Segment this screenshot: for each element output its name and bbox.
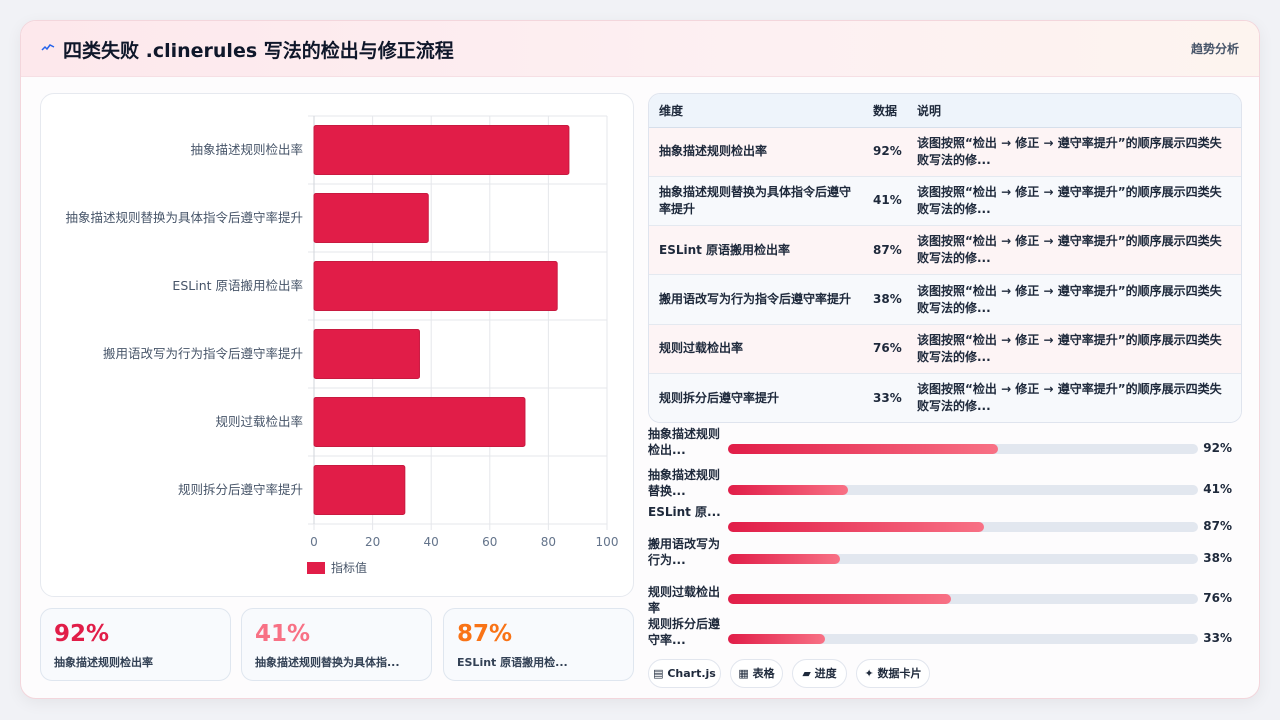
chip-sparkle[interactable]: ✦ 数据卡片 (856, 659, 930, 688)
kpi-card: 41% 抽象描述规则替换为具体指... (241, 608, 432, 681)
value-cell: 41% (865, 176, 907, 227)
data-table: 维度 数据 说明 抽象描述规则检出率 92% 该图按照“检出 → 修正 → 遵守率提… (648, 93, 1242, 423)
progress-label: 抽象描述规则替换... (648, 468, 721, 498)
kpi-card: 92% 抽象描述规则检出率 (40, 608, 231, 681)
progress-track (728, 634, 1198, 644)
description-text: 该图按照“检出 → 修正 → 遵守率提升”的顺序展示四类失败写法的修... (917, 135, 1222, 167)
progress-label: 抽象描述规则检出... (648, 427, 721, 457)
x-tick-label: 100 (596, 535, 619, 549)
page-title: 四类失败 .clinerules 写法的检出与修正流程 (63, 40, 454, 62)
chip-chart[interactable]: ▤ Chart.js (648, 659, 721, 688)
progress-value: 38% (1203, 551, 1232, 565)
value-cell: 33% (865, 373, 907, 422)
bar (313, 261, 558, 311)
bar (313, 125, 570, 175)
kpi-card: 87% ESLint 原语搬用检... (443, 608, 634, 681)
value-cell: 76% (865, 324, 907, 374)
bar (313, 193, 429, 243)
category-label: ESLint 原语搬用检出率 (172, 278, 303, 293)
description-text: 该图按照“检出 → 修正 → 遵守率提升”的顺序展示四类失败写法的修... (917, 382, 1222, 414)
progress-fill (728, 634, 825, 644)
kpi-value: 87% (457, 621, 513, 647)
table-row: ESLint 原语搬用检出率 87% 该图按照“检出 → 修正 → 遵守率提升”的顺… (649, 225, 1241, 276)
legend-swatch (307, 562, 325, 574)
progress-fill (728, 594, 952, 604)
description-text: 该图按照“检出 → 修正 → 遵守率提升”的顺序展示四类失败写法的修... (917, 332, 1222, 364)
description-cell: 该图按照“检出 → 修正 → 遵守率提升”的顺序展示四类失败写法的修... (907, 373, 1241, 422)
progress-label: 规则过载检出率 (648, 585, 721, 615)
dimension-cell: 规则拆分后遵守率提升 (649, 373, 865, 422)
progress-value: 76% (1203, 591, 1232, 605)
progress-fill (728, 444, 999, 454)
table-row: 抽象描述规则替换为具体指令后遵守率提升 41% 该图按照“检出 → 修正 → 遵守率… (649, 176, 1241, 227)
description-cell: 该图按照“检出 → 修正 → 遵守率提升”的顺序展示四类失败写法的修... (907, 324, 1241, 374)
category-label: 规则过载检出率 (215, 414, 303, 429)
table-row: 抽象描述规则检出率 92% 该图按照“检出 → 修正 → 遵守率提升”的顺序展示四类… (649, 127, 1241, 177)
dimension-cell: 抽象描述规则替换为具体指令后遵守率提升 (649, 176, 865, 227)
kpi-value: 92% (54, 621, 110, 647)
chip-table[interactable]: ▦ 表格 (730, 659, 783, 688)
bar (313, 397, 526, 447)
progress-fill (728, 522, 984, 532)
progress-track (728, 594, 1198, 604)
dimension-cell: ESLint 原语搬用检出率 (649, 225, 865, 276)
sparkline-icon (41, 41, 55, 55)
progress-track (728, 554, 1198, 564)
progress-value: 87% (1203, 519, 1232, 533)
column-header: 维度 (649, 94, 865, 128)
category-label: 搬用语改写为行为指令后遵守率提升 (103, 346, 303, 361)
progress-fill (728, 554, 840, 564)
column-header: 说明 (907, 94, 1241, 128)
header-bar: 四类失败 .clinerules 写法的检出与修正流程 趋势分析 (21, 21, 1259, 77)
progress-label: ESLint 原... (648, 505, 721, 519)
description-text: 该图按照“检出 → 修正 → 遵守率提升”的顺序展示四类失败写法的修... (917, 234, 1222, 266)
progress-value: 92% (1203, 441, 1232, 455)
table-row: 规则拆分后遵守率提升 33% 该图按照“检出 → 修正 → 遵守率提升”的顺序展示四… (649, 373, 1241, 422)
progress-value: 41% (1203, 482, 1232, 496)
description-cell: 该图按照“检出 → 修正 → 遵守率提升”的顺序展示四类失败写法的修... (907, 176, 1241, 227)
kpi-label: 抽象描述规则替换为具体指... (255, 656, 400, 669)
kpi-label: ESLint 原语搬用检... (457, 656, 568, 669)
dimension-cell: 搬用语改写为行为指令后遵守率提升 (649, 274, 865, 325)
kpi-label: 抽象描述规则检出率 (54, 656, 153, 669)
dimension-cell: 规则过载检出率 (649, 324, 865, 374)
progress-track (728, 444, 1198, 454)
progress-fill (728, 485, 848, 495)
value-cell: 92% (865, 127, 907, 177)
value-cell: 87% (865, 225, 907, 276)
category-label: 抽象描述规则替换为具体指令后遵守率提升 (65, 210, 303, 225)
description-cell: 该图按照“检出 → 修正 → 遵守率提升”的顺序展示四类失败写法的修... (907, 225, 1241, 276)
bar-chart-panel: 0 20 40 60 80 100 抽象描述规则检出率抽象描述规则替换为具体指令后遵守率提升… (40, 93, 634, 597)
kpi-value: 41% (255, 621, 311, 647)
legend-label: 指标值 (331, 560, 367, 575)
progress-track (728, 485, 1198, 495)
column-header: 数据 (865, 94, 907, 128)
x-tick-label: 20 (365, 535, 380, 549)
progress-track (728, 522, 1198, 532)
description-cell: 该图按照“检出 → 修正 → 遵守率提升”的顺序展示四类失败写法的修... (907, 274, 1241, 325)
bar-chart: 0 20 40 60 80 100 抽象描述规则检出率抽象描述规则替换为具体指令后遵守率提升… (65, 115, 619, 575)
bar (313, 465, 406, 515)
trend-analysis-tag: 趋势分析 (1190, 42, 1239, 56)
x-tick-label: 40 (424, 535, 439, 549)
progress-value: 33% (1203, 631, 1232, 645)
category-label: 抽象描述规则检出率 (190, 142, 303, 157)
x-tick-label: 60 (482, 535, 497, 549)
chip-progress[interactable]: ▰ 进度 (792, 659, 847, 688)
description-cell: 该图按照“检出 → 修正 → 遵守率提升”的顺序展示四类失败写法的修... (907, 127, 1241, 177)
table-row: 搬用语改写为行为指令后遵守率提升 38% 该图按照“检出 → 修正 → 遵守率提升”… (649, 274, 1241, 325)
x-tick-label: 0 (310, 535, 318, 549)
description-text: 该图按照“检出 → 修正 → 遵守率提升”的顺序展示四类失败写法的修... (917, 283, 1222, 315)
dashboard-card: 四类失败 .clinerules 写法的检出与修正流程 趋势分析 0 20 40 60… (20, 20, 1260, 699)
dimension-cell: 抽象描述规则检出率 (649, 127, 865, 177)
value-cell: 38% (865, 274, 907, 325)
bar (313, 329, 420, 379)
x-tick-label: 80 (541, 535, 556, 549)
progress-label: 搬用语改写为行为... (648, 537, 721, 567)
table-row: 规则过载检出率 76% 该图按照“检出 → 修正 → 遵守率提升”的顺序展示四类失败… (649, 324, 1241, 374)
category-label: 规则拆分后遵守率提升 (178, 482, 303, 497)
table-header-row: 维度 数据 说明 (649, 94, 1241, 128)
progress-label: 规则拆分后遵守率... (648, 617, 721, 647)
description-text: 该图按照“检出 → 修正 → 遵守率提升”的顺序展示四类失败写法的修... (917, 184, 1222, 216)
